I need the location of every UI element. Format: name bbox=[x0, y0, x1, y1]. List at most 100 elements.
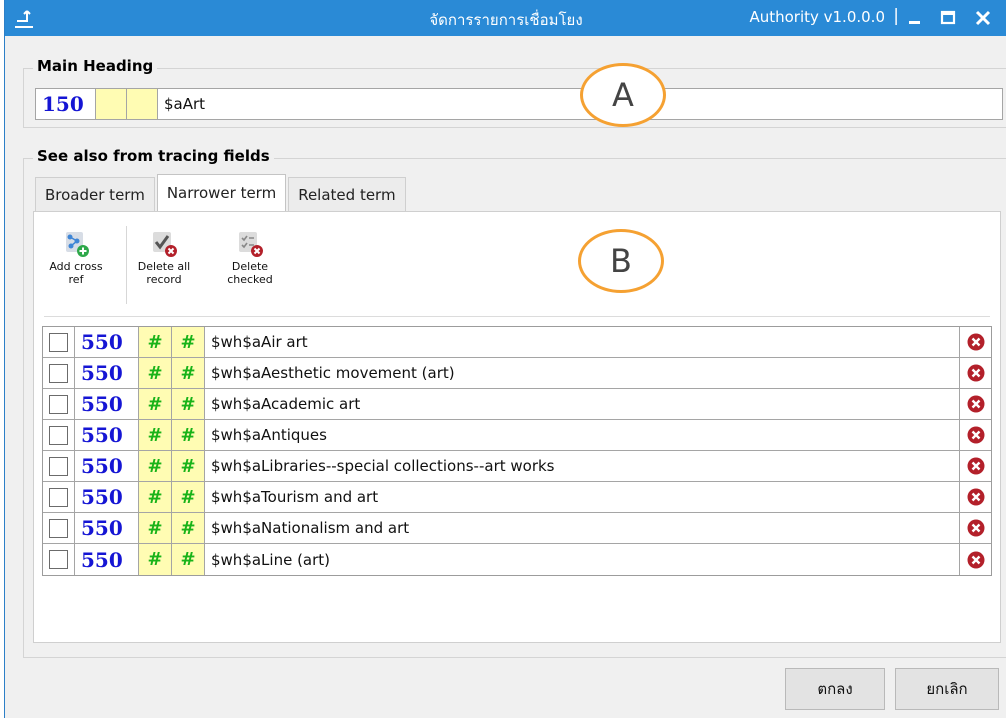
delete-all-icon bbox=[153, 232, 177, 257]
row-check-cell bbox=[43, 358, 75, 388]
main-heading-label: Main Heading bbox=[33, 57, 158, 75]
row-indicator-2[interactable]: # bbox=[172, 327, 205, 357]
tab-strip: Broader term Narrower term Related term bbox=[35, 174, 408, 211]
row-indicator-1[interactable]: # bbox=[139, 544, 172, 575]
row-indicator-2[interactable]: # bbox=[172, 358, 205, 388]
row-data[interactable]: $wh$aAir art bbox=[205, 327, 960, 357]
row-data[interactable]: $wh$aAcademic art bbox=[205, 389, 960, 419]
row-indicator-1[interactable]: # bbox=[139, 327, 172, 357]
heading-indicator-1[interactable] bbox=[96, 89, 127, 119]
row-checkbox[interactable] bbox=[49, 363, 68, 383]
row-delete-button[interactable] bbox=[960, 389, 991, 419]
row-delete-button[interactable] bbox=[960, 358, 991, 388]
row-check-cell bbox=[43, 544, 75, 575]
annotation-b: B bbox=[578, 229, 664, 293]
title-bar[interactable]: จัดการรายการเชื่อมโยง Authority v1.0.0.0… bbox=[5, 0, 1006, 36]
row-indicator-1[interactable]: # bbox=[139, 482, 172, 512]
delete-icon bbox=[967, 519, 984, 537]
row-indicator-2[interactable]: # bbox=[172, 482, 205, 512]
table-row[interactable]: 550 # # $wh$aLibraries--special collecti… bbox=[43, 451, 991, 482]
row-data[interactable]: $wh$aAntiques bbox=[205, 420, 960, 450]
heading-indicator-2[interactable] bbox=[127, 89, 158, 119]
delete-icon bbox=[967, 333, 984, 351]
table-row[interactable]: 550 # # $wh$aTourism and art bbox=[43, 482, 991, 513]
app-version: Authority v1.0.0.0 bbox=[749, 8, 885, 26]
ok-button[interactable]: ตกลง bbox=[785, 668, 885, 710]
add-cross-ref-button[interactable]: Add cross ref bbox=[44, 230, 108, 310]
row-checkbox[interactable] bbox=[49, 456, 68, 476]
row-data[interactable]: $wh$aNationalism and art bbox=[205, 513, 960, 543]
row-check-cell bbox=[43, 513, 75, 543]
row-check-cell bbox=[43, 327, 75, 357]
row-data[interactable]: $wh$aLibraries--special collections--art… bbox=[205, 451, 960, 481]
row-delete-button[interactable] bbox=[960, 420, 991, 450]
row-indicator-1[interactable]: # bbox=[139, 451, 172, 481]
row-checkbox[interactable] bbox=[49, 332, 68, 352]
delete-icon bbox=[967, 551, 984, 568]
maximize-button[interactable] bbox=[934, 4, 962, 32]
row-tag: 550 bbox=[75, 482, 139, 512]
row-check-cell bbox=[43, 451, 75, 481]
row-checkbox[interactable] bbox=[49, 394, 68, 414]
row-delete-button[interactable] bbox=[960, 513, 991, 543]
table-row[interactable]: 550 # # $wh$aNationalism and art bbox=[43, 513, 991, 544]
row-indicator-2[interactable]: # bbox=[172, 389, 205, 419]
delete-all-record-label: Delete all record bbox=[137, 260, 191, 286]
delete-icon bbox=[967, 395, 984, 413]
row-tag: 550 bbox=[75, 451, 139, 481]
delete-checked-button[interactable]: Delete checked bbox=[218, 230, 282, 310]
row-checkbox[interactable] bbox=[49, 518, 68, 538]
row-check-cell bbox=[43, 420, 75, 450]
dialog-window: จัดการรายการเชื่อมโยง Authority v1.0.0.0… bbox=[4, 0, 1006, 718]
title-separator: | bbox=[893, 6, 899, 26]
row-data[interactable]: $wh$aLine (art) bbox=[205, 544, 960, 575]
row-checkbox[interactable] bbox=[49, 425, 68, 445]
table-row[interactable]: 550 # # $wh$aAntiques bbox=[43, 420, 991, 451]
row-indicator-2[interactable]: # bbox=[172, 544, 205, 575]
see-also-label: See also from tracing fields bbox=[33, 147, 274, 165]
row-delete-button[interactable] bbox=[960, 451, 991, 481]
row-tag: 550 bbox=[75, 389, 139, 419]
row-check-cell bbox=[43, 389, 75, 419]
toolbar-separator bbox=[44, 316, 990, 317]
row-checkbox[interactable] bbox=[49, 550, 68, 569]
table-row[interactable]: 550 # # $wh$aAesthetic movement (art) bbox=[43, 358, 991, 389]
delete-icon bbox=[967, 488, 984, 506]
row-tag: 550 bbox=[75, 327, 139, 357]
row-indicator-1[interactable]: # bbox=[139, 358, 172, 388]
row-indicator-2[interactable]: # bbox=[172, 420, 205, 450]
heading-tag: 150 bbox=[36, 89, 96, 119]
maximize-icon bbox=[940, 10, 956, 25]
row-delete-button[interactable] bbox=[960, 327, 991, 357]
row-indicator-1[interactable]: # bbox=[139, 420, 172, 450]
tab-narrower-term[interactable]: Narrower term bbox=[156, 174, 287, 211]
narrower-term-panel: Add cross ref Delete all record Delete c… bbox=[33, 211, 1001, 643]
row-check-cell bbox=[43, 482, 75, 512]
main-heading-field[interactable]: 150 $aArt bbox=[35, 88, 1003, 120]
delete-icon bbox=[967, 364, 984, 382]
delete-all-record-button[interactable]: Delete all record bbox=[132, 230, 196, 310]
minimize-button[interactable] bbox=[901, 4, 929, 32]
tab-broader-term[interactable]: Broader term bbox=[35, 177, 155, 211]
row-indicator-1[interactable]: # bbox=[139, 513, 172, 543]
row-checkbox[interactable] bbox=[49, 487, 68, 507]
row-indicator-2[interactable]: # bbox=[172, 451, 205, 481]
row-delete-button[interactable] bbox=[960, 482, 991, 512]
add-link-icon bbox=[66, 232, 89, 257]
close-icon bbox=[975, 10, 991, 26]
row-tag: 550 bbox=[75, 420, 139, 450]
table-row[interactable]: 550 # # $wh$aAcademic art bbox=[43, 389, 991, 420]
cancel-button[interactable]: ยกเลิก bbox=[895, 668, 999, 710]
row-data[interactable]: $wh$aAesthetic movement (art) bbox=[205, 358, 960, 388]
row-indicator-1[interactable]: # bbox=[139, 389, 172, 419]
delete-checked-icon bbox=[239, 232, 263, 257]
table-row[interactable]: 550 # # $wh$aLine (art) bbox=[43, 544, 991, 575]
row-data[interactable]: $wh$aTourism and art bbox=[205, 482, 960, 512]
cross-ref-table: 550 # # $wh$aAir art 550 # # $wh$aAesthe… bbox=[42, 326, 992, 576]
row-indicator-2[interactable]: # bbox=[172, 513, 205, 543]
close-button[interactable] bbox=[969, 4, 997, 32]
row-delete-button[interactable] bbox=[960, 544, 991, 575]
tab-related-term[interactable]: Related term bbox=[288, 177, 406, 211]
row-tag: 550 bbox=[75, 358, 139, 388]
table-row[interactable]: 550 # # $wh$aAir art bbox=[43, 327, 991, 358]
